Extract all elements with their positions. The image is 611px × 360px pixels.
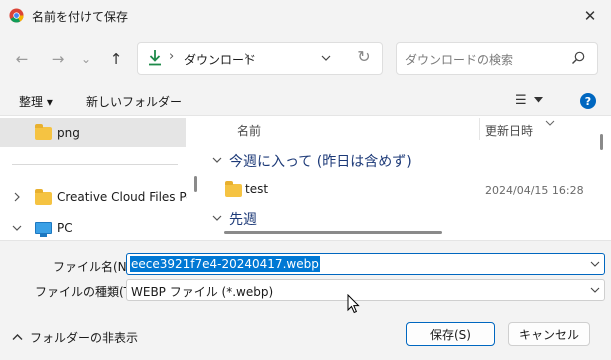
- column-header-date[interactable]: 更新日時: [485, 122, 533, 139]
- download-icon: [147, 49, 163, 67]
- sort-chevron-icon: [545, 116, 555, 126]
- group-header-last-week[interactable]: 先週: [229, 209, 257, 229]
- back-arrow-icon: ←: [15, 50, 29, 68]
- close-button[interactable]: ✕: [575, 2, 605, 30]
- file-row-name[interactable]: test: [245, 182, 268, 196]
- search-input[interactable]: ダウンロードの検索: [405, 51, 513, 68]
- filetype-value[interactable]: WEBP ファイル (*.webp): [131, 283, 273, 300]
- search-icon: [570, 50, 586, 66]
- save-button[interactable]: 保存(S): [406, 322, 495, 346]
- help-button[interactable]: ?: [580, 93, 596, 109]
- window-title: 名前を付けて保存: [32, 10, 129, 24]
- hide-folders-label: フォルダーの非表示: [30, 330, 139, 345]
- mouse-cursor-icon: [347, 293, 361, 314]
- collapse-chevron-icon[interactable]: [11, 222, 23, 234]
- up-button[interactable]: ↑: [104, 48, 128, 70]
- close-icon: ✕: [583, 7, 597, 25]
- filetype-label: ファイルの種類(T):: [35, 285, 140, 299]
- nav-item-label[interactable]: Creative Cloud Files Perso: [57, 190, 187, 204]
- nav-item-label: png: [57, 126, 80, 140]
- hide-folders-toggle[interactable]: フォルダーの非表示: [12, 328, 142, 346]
- up-arrow-icon: ↑: [109, 50, 123, 68]
- address-history-button[interactable]: [318, 50, 334, 66]
- organize-menu-button[interactable]: 整理 ▾: [19, 93, 53, 110]
- cancel-button[interactable]: キャンセル: [508, 322, 590, 346]
- refresh-button[interactable]: ↻: [354, 47, 374, 69]
- file-list-vscrollbar[interactable]: [600, 134, 603, 150]
- nav-scrollbar[interactable]: [194, 176, 197, 192]
- filetype-dropdown-icon[interactable]: [589, 284, 601, 296]
- folder-icon: [35, 189, 52, 205]
- folder-icon: [225, 181, 242, 197]
- nav-item-png[interactable]: [0, 118, 186, 147]
- file-list-pane: [204, 116, 611, 240]
- forward-arrow-icon: →: [51, 50, 65, 68]
- file-list-hscrollbar[interactable]: [224, 231, 442, 234]
- chevron-down-icon: [321, 55, 331, 61]
- chevron-down-icon: ⌄: [80, 52, 92, 66]
- pc-icon: [35, 222, 52, 237]
- help-icon: ?: [584, 94, 592, 108]
- expand-chevron-icon[interactable]: [11, 191, 23, 203]
- back-button[interactable]: ←: [10, 48, 34, 70]
- caret-down-icon: [533, 97, 543, 103]
- column-divider[interactable]: [479, 118, 480, 140]
- nav-divider: [12, 164, 178, 165]
- column-header-name[interactable]: 名前: [237, 122, 261, 139]
- group-header-this-week[interactable]: 今週に入って (昨日は含めず): [229, 151, 412, 171]
- breadcrumb-separator-icon: ›: [169, 49, 175, 64]
- group-collapse-icon[interactable]: [211, 154, 223, 166]
- nav-item-label[interactable]: PC: [57, 221, 73, 235]
- breadcrumb-separator-icon: ›: [244, 49, 250, 64]
- chrome-app-icon: [9, 8, 24, 23]
- file-row-date: 2024/04/15 16:28: [485, 184, 584, 197]
- list-view-icon: ☰: [515, 92, 527, 108]
- filename-value[interactable]: eece3921f7e4-20240417.webp: [130, 256, 320, 272]
- filename-dropdown-icon[interactable]: [589, 258, 601, 270]
- recent-locations-button[interactable]: ⌄: [76, 48, 96, 70]
- new-folder-button[interactable]: 新しいフォルダー: [86, 93, 182, 110]
- forward-button[interactable]: →: [46, 48, 70, 70]
- filename-label: ファイル名(N):: [53, 260, 136, 274]
- refresh-icon: ↻: [357, 47, 371, 66]
- chevron-up-icon: [12, 334, 23, 340]
- group-collapse-icon[interactable]: [211, 212, 223, 224]
- folder-icon: [35, 124, 52, 140]
- view-options-button[interactable]: ☰: [515, 91, 551, 109]
